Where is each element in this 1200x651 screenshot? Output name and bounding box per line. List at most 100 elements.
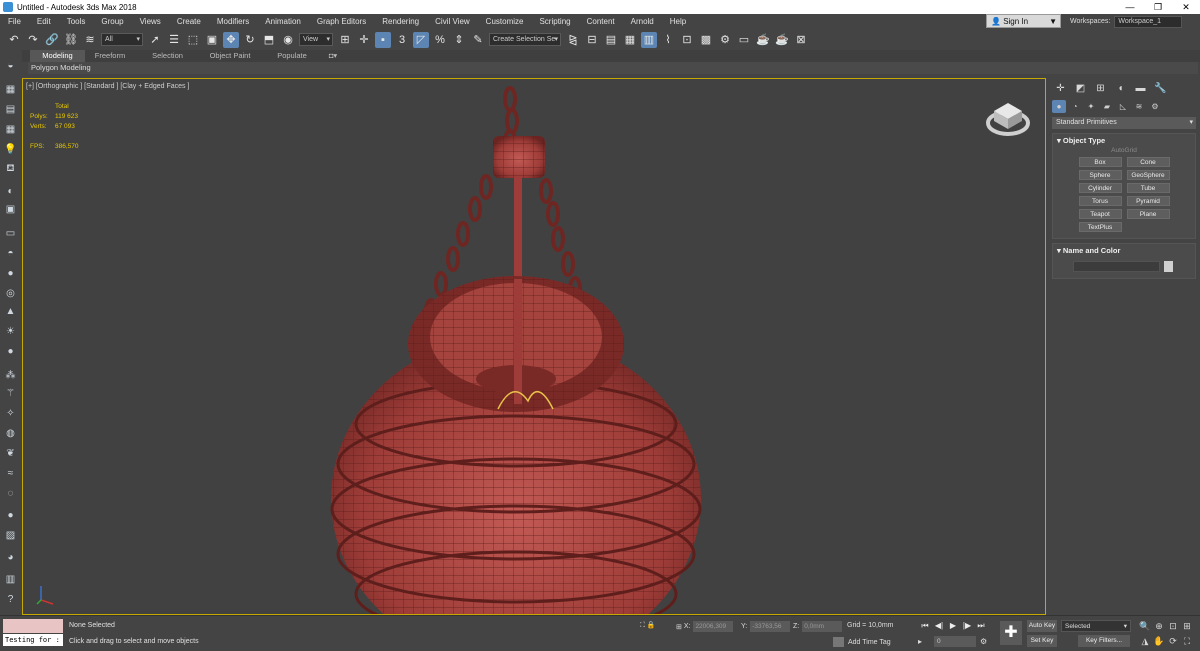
keyboard-shortcut-override-icon[interactable]: ▪ <box>375 31 391 48</box>
helper-icon[interactable]: ✧ <box>3 406 18 420</box>
geosphere-button[interactable]: GeoSphere <box>1126 170 1170 180</box>
key-filters-button[interactable]: Key Filters... <box>1078 635 1130 647</box>
region-select-icon[interactable]: ⬚ <box>185 32 201 48</box>
cone-icon[interactable]: ▲ <box>3 304 18 318</box>
time-config-icon[interactable]: ⚙ <box>980 637 987 646</box>
menu-group[interactable]: Group <box>93 14 131 29</box>
pivot-center-icon[interactable]: ⊞ <box>337 32 353 48</box>
tab-freeform[interactable]: Freeform <box>85 50 135 62</box>
edit-named-selection-icon[interactable]: ✎ <box>470 32 486 48</box>
ribbon-toggle-icon[interactable]: ▥ <box>641 31 657 48</box>
maxscript-listener-box[interactable] <box>3 619 63 633</box>
play-icon[interactable]: ▶ <box>946 620 960 632</box>
cloth-icon[interactable]: ◌ <box>3 486 18 500</box>
cylinder-button[interactable]: Cylinder <box>1078 183 1122 193</box>
teapot-icon[interactable]: ⛾ <box>3 162 18 176</box>
sphere-button[interactable]: Sphere <box>1078 170 1122 180</box>
menu-modifiers[interactable]: Modifiers <box>209 14 257 29</box>
render-icon[interactable]: ▣ <box>3 202 18 216</box>
named-selection-select[interactable]: Create Selection Se ▾ <box>489 33 561 46</box>
menu-rendering[interactable]: Rendering <box>374 14 427 29</box>
particle-icon[interactable]: ⁂ <box>3 368 18 382</box>
mirror-icon[interactable]: ⧎ <box>565 32 581 48</box>
viewport-orthographic[interactable]: [+] [Orthographic ] [Standard ] [Clay + … <box>22 78 1046 615</box>
zoom-extents-icon[interactable]: ⊡ <box>1166 620 1180 632</box>
box-icon[interactable]: ▭ <box>3 226 18 240</box>
torus-button[interactable]: Torus <box>1078 196 1122 206</box>
render-iterative-icon[interactable]: ☕ <box>774 32 790 48</box>
angle-snap-icon[interactable]: ◸ <box>413 31 429 48</box>
set-key-button[interactable]: Set Key <box>1027 635 1057 647</box>
select-manipulate-icon[interactable]: ✛ <box>356 32 372 48</box>
hemisphere-icon[interactable]: ◓ <box>3 246 18 260</box>
isolate-selection-icon[interactable]: ⛶ 🔒 <box>640 621 656 630</box>
undo-icon[interactable]: ↶ <box>6 32 22 48</box>
add-time-tag[interactable]: Add Time Tag <box>833 637 891 647</box>
set-keys-button[interactable]: ✚ <box>1000 621 1022 645</box>
hair-icon[interactable]: ≈ <box>3 466 18 480</box>
maximize-button[interactable]: ❐ <box>1144 0 1172 14</box>
sun-icon[interactable]: ☀ <box>3 324 18 338</box>
zoom-extents-all-icon[interactable]: ⊞ <box>1180 620 1194 632</box>
modify-tab-icon[interactable]: ◩ <box>1072 80 1089 96</box>
menu-views[interactable]: Views <box>132 14 169 29</box>
render-setup-icon[interactable]: ⚙ <box>717 32 733 48</box>
primitive-category-select[interactable]: Standard Primitives ▾ <box>1052 117 1196 129</box>
material-sphere-icon[interactable]: ● <box>3 508 18 522</box>
auto-key-button[interactable]: Auto Key <box>1027 620 1057 632</box>
teapot-button[interactable]: Teapot <box>1078 209 1122 219</box>
geometry-icon[interactable]: ● <box>1052 99 1066 113</box>
align-icon[interactable]: ⊟ <box>584 32 600 48</box>
menu-animation[interactable]: Animation <box>257 14 309 29</box>
create-tab-icon[interactable]: ✛ <box>1052 80 1069 96</box>
wand-icon[interactable]: ⚚ <box>3 386 18 400</box>
select-by-name-icon[interactable]: ☰ <box>166 32 182 48</box>
light-bulb-icon[interactable]: 💡 <box>3 142 18 156</box>
tab-object-paint[interactable]: Object Paint <box>200 50 260 62</box>
tube-button[interactable]: Tube <box>1126 183 1170 193</box>
workspace-select[interactable]: Workspace_1 <box>1114 15 1183 28</box>
coord-z-input[interactable]: 0,0mm <box>802 621 843 632</box>
selection-filter-select[interactable]: All ▾ <box>101 33 143 46</box>
rendered-frame-window-icon[interactable]: ▭ <box>736 32 752 48</box>
maximize-viewport-icon[interactable]: ⛶ <box>1180 635 1194 647</box>
render-production-icon[interactable]: ☕ <box>755 32 771 48</box>
leaf-icon[interactable]: ❦ <box>3 446 18 460</box>
plane-button[interactable]: Plane <box>1126 209 1170 219</box>
select-object-icon[interactable]: ➚ <box>147 32 163 48</box>
cone-button[interactable]: Cone <box>1126 157 1170 167</box>
menu-help[interactable]: Help <box>662 14 694 29</box>
hierarchy-tab-icon[interactable]: ⊞ <box>1092 80 1109 96</box>
next-frame-icon[interactable]: |▶ <box>960 620 974 632</box>
layers-icon[interactable]: ▥ <box>3 572 18 586</box>
tab-modeling[interactable]: Modeling <box>30 50 85 62</box>
field-of-view-icon[interactable]: ◮ <box>1138 635 1152 647</box>
previous-frame-icon[interactable]: ◀| <box>932 620 946 632</box>
unlink-icon[interactable]: ⛓ <box>63 32 79 48</box>
camera-icon[interactable]: ◐ <box>3 184 18 198</box>
coord-y-input[interactable]: -33763,56 <box>750 621 791 632</box>
texture-icon[interactable]: ▨ <box>3 528 18 542</box>
ribbon-panel-title[interactable]: Polygon Modeling <box>28 62 1198 74</box>
name-color-header[interactable]: ▾ Name and Color <box>1053 244 1195 257</box>
object-type-header[interactable]: ▾ Object Type <box>1053 134 1195 147</box>
pyramid-button[interactable]: Pyramid <box>1126 196 1170 206</box>
menu-arnold[interactable]: Arnold <box>623 14 662 29</box>
lantern-model[interactable] <box>23 79 1046 615</box>
spacewarps-icon[interactable]: ≋ <box>1132 100 1146 113</box>
menu-customize[interactable]: Customize <box>478 14 532 29</box>
zoom-icon[interactable]: 🔍 <box>1138 620 1152 632</box>
layer-explorer-icon[interactable]: ▤ <box>603 32 619 48</box>
maxscript-mini-listener[interactable]: Testing for : <box>3 634 63 646</box>
zoom-all-icon[interactable]: ⊕ <box>1152 620 1166 632</box>
cameras-icon[interactable]: ▰ <box>1100 100 1114 113</box>
minimize-button[interactable]: — <box>1116 0 1144 14</box>
sphere-icon[interactable]: ● <box>3 266 18 280</box>
ribbon-options-icon[interactable]: ◘▾ <box>322 50 344 62</box>
key-mode-icon[interactable]: ▸ <box>918 637 922 646</box>
rotate-icon[interactable]: ↻ <box>242 32 258 48</box>
schematic-view-icon[interactable]: ⊡ <box>679 32 695 48</box>
redo-icon[interactable]: ↷ <box>25 32 41 48</box>
utilities-tab-icon[interactable]: 🔧 <box>1152 80 1169 96</box>
curve-editor-icon[interactable]: ⌇ <box>660 32 676 48</box>
